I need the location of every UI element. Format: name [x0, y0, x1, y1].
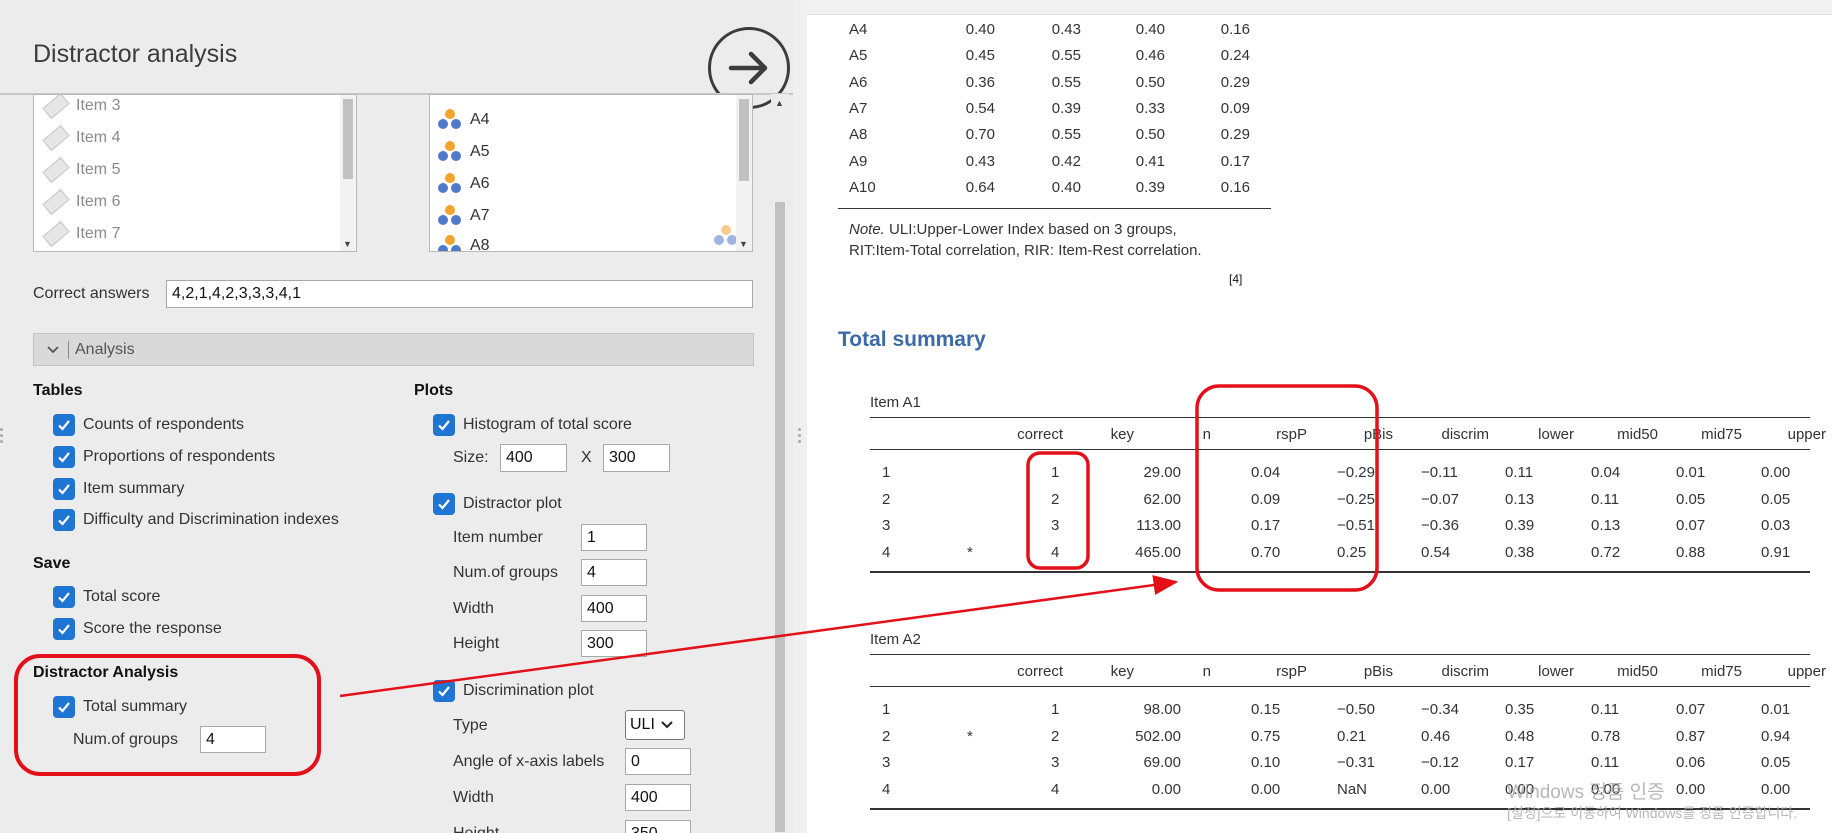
annotation-arrow [339, 575, 1179, 698]
rspP-pBis-highlight [1195, 384, 1379, 592]
annotation-overlay [339, 384, 1379, 698]
key-column-highlight [1026, 451, 1090, 570]
